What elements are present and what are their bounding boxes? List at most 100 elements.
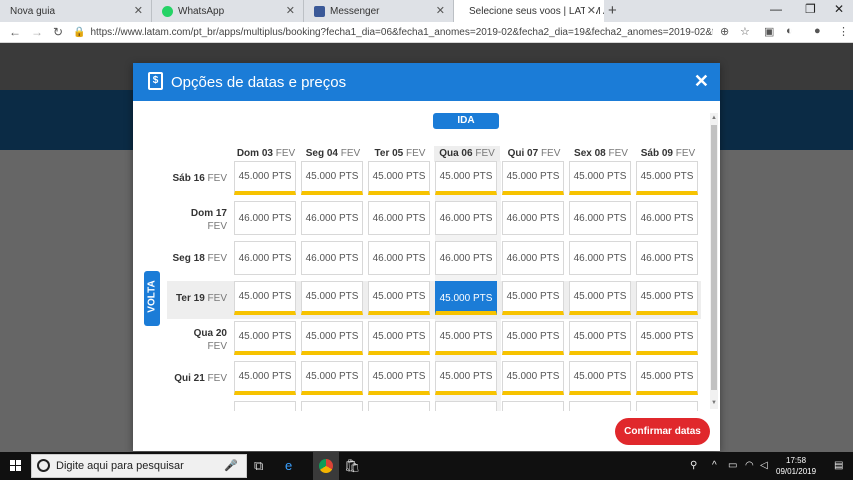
ida-label: IDA [433,113,499,129]
price-cell[interactable]: 45.000 PTS [435,281,497,315]
scroll-up-icon[interactable]: ▲ [711,115,717,121]
back-arrow-icon[interactable]: ← [9,25,21,39]
close-tab-icon[interactable]: ✕ [134,4,143,17]
price-cell[interactable]: 46.000 PTS [569,201,631,235]
column-month: FEV [406,148,426,159]
price-cell[interactable]: 45.000 PTS [569,281,631,315]
price-cell[interactable]: 46.000 PTS [301,241,363,275]
tray-chevron-icon[interactable]: ^ [712,460,717,471]
price-cell[interactable]: 46.000 PTS [368,241,430,275]
network-icon[interactable]: ◠ [745,460,754,471]
new-tab-button[interactable]: + [608,2,617,19]
url-field[interactable]: 🔒 https://www.latam.com/pt_br/apps/multip… [73,25,713,40]
price-cell-partial[interactable] [435,401,497,411]
price-cell[interactable]: 45.000 PTS [234,321,296,355]
taskbar-clock[interactable]: 17:58 09/01/2019 [776,455,816,477]
tab-whatsapp[interactable]: WhatsApp ✕ [152,0,304,22]
price-cell[interactable]: 45.000 PTS [435,361,497,395]
price-cell[interactable]: 45.000 PTS [368,161,430,195]
column-header-date: Qua 06 FEV [434,146,500,162]
price-cell[interactable]: 46.000 PTS [502,241,564,275]
price-cell[interactable]: 46.000 PTS [301,201,363,235]
microphone-icon[interactable]: 🎤 [224,459,238,472]
price-cell[interactable]: 46.000 PTS [435,241,497,275]
price-cell[interactable]: 45.000 PTS [435,161,497,195]
close-modal-icon[interactable]: ✕ [694,71,709,92]
price-cell[interactable]: 46.000 PTS [502,201,564,235]
price-cell[interactable]: 45.000 PTS [234,161,296,195]
price-cell[interactable]: 46.000 PTS [569,241,631,275]
tab-nova-guia[interactable]: Nova guia ✕ [0,0,152,22]
price-cell[interactable]: 45.000 PTS [368,321,430,355]
price-cell[interactable]: 46.000 PTS [435,201,497,235]
price-cell[interactable]: 46.000 PTS [234,241,296,275]
row-header-date: Sáb 16 FEV [169,172,227,185]
notifications-icon[interactable]: ▤ [834,460,843,471]
price-cell[interactable]: 46.000 PTS [636,201,698,235]
price-cell[interactable]: 45.000 PTS [234,361,296,395]
tab-latam[interactable]: Selecione seus voos | LATAM Air ✕ [454,0,604,22]
price-cell[interactable]: 45.000 PTS [368,361,430,395]
price-cell-partial[interactable] [569,401,631,411]
store-icon[interactable]: 🛍 [344,458,361,474]
modal-scrollbar[interactable]: ▲ ▼ [710,113,718,409]
price-cell-partial[interactable] [368,401,430,411]
extension-icon[interactable]: ▣ [764,25,774,38]
reload-icon[interactable]: ↻ [53,25,63,39]
price-cell[interactable]: 45.000 PTS [301,281,363,315]
price-cell[interactable]: 45.000 PTS [636,321,698,355]
column-month: FEV [475,148,495,159]
price-cell[interactable]: 45.000 PTS [569,361,631,395]
price-cell[interactable]: 45.000 PTS [502,321,564,355]
close-tab-icon[interactable]: ✕ [286,4,295,17]
location-icon[interactable]: ⊕ [720,25,729,38]
price-cell[interactable]: 46.000 PTS [368,201,430,235]
price-cell[interactable]: 45.000 PTS [301,321,363,355]
price-cell[interactable]: 45.000 PTS [569,161,631,195]
price-cell[interactable]: 46.000 PTS [234,201,296,235]
price-cell[interactable]: 45.000 PTS [368,281,430,315]
windows-start-icon[interactable] [10,460,22,472]
minimize-button[interactable]: — [770,2,782,16]
price-cell[interactable]: 45.000 PTS [636,281,698,315]
price-cell[interactable]: 46.000 PTS [636,241,698,275]
star-icon[interactable]: ☆ [740,25,750,38]
task-view-icon[interactable]: ⧉ [254,458,263,474]
tab-title: Selecione seus voos | LATAM Air [469,5,604,17]
close-window-button[interactable]: ✕ [834,2,844,16]
price-cell[interactable]: 45.000 PTS [301,161,363,195]
price-cell[interactable]: 45.000 PTS [502,281,564,315]
price-cell[interactable]: 45.000 PTS [569,321,631,355]
price-cell[interactable]: 45.000 PTS [435,321,497,355]
edge-icon[interactable]: e [285,458,292,473]
price-cell-partial[interactable] [234,401,296,411]
close-tab-icon[interactable]: ✕ [584,4,596,17]
taskbar-search-input[interactable]: Digite aqui para pesquisar 🎤 [31,454,247,478]
price-cell[interactable]: 45.000 PTS [636,361,698,395]
forward-arrow-icon[interactable]: → [31,25,43,39]
price-cell[interactable]: 45.000 PTS [502,161,564,195]
scroll-down-icon[interactable]: ▼ [711,400,717,406]
price-cell-partial[interactable] [502,401,564,411]
confirm-dates-button[interactable]: Confirmar datas [615,418,710,445]
battery-icon[interactable]: ▭ [728,460,737,471]
column-day: Qui 07 [507,148,539,159]
maximize-button[interactable]: ❐ [805,2,816,16]
people-icon[interactable]: ⚲ [690,460,697,471]
volume-icon[interactable]: ◁ [760,460,768,471]
modal-header: $ Opções de datas e preços ✕ [133,63,720,101]
profile-icon[interactable]: ● [814,25,821,37]
menu-icon[interactable]: ⋮ [838,25,849,38]
price-cell[interactable]: 45.000 PTS [502,361,564,395]
scrollbar-thumb[interactable] [711,125,717,390]
price-cell[interactable]: 45.000 PTS [301,361,363,395]
price-cell[interactable]: 45.000 PTS [234,281,296,315]
price-cell[interactable]: 45.000 PTS [636,161,698,195]
price-cell-partial[interactable] [301,401,363,411]
tab-messenger[interactable]: Messenger ✕ [304,0,454,22]
close-tab-icon[interactable]: ✕ [436,4,445,17]
price-cell-partial[interactable] [636,401,698,411]
chrome-icon[interactable] [313,452,339,480]
column-header-date: Dom 03 FEV [233,146,299,162]
extension-icon[interactable]: ◐ [786,25,793,37]
